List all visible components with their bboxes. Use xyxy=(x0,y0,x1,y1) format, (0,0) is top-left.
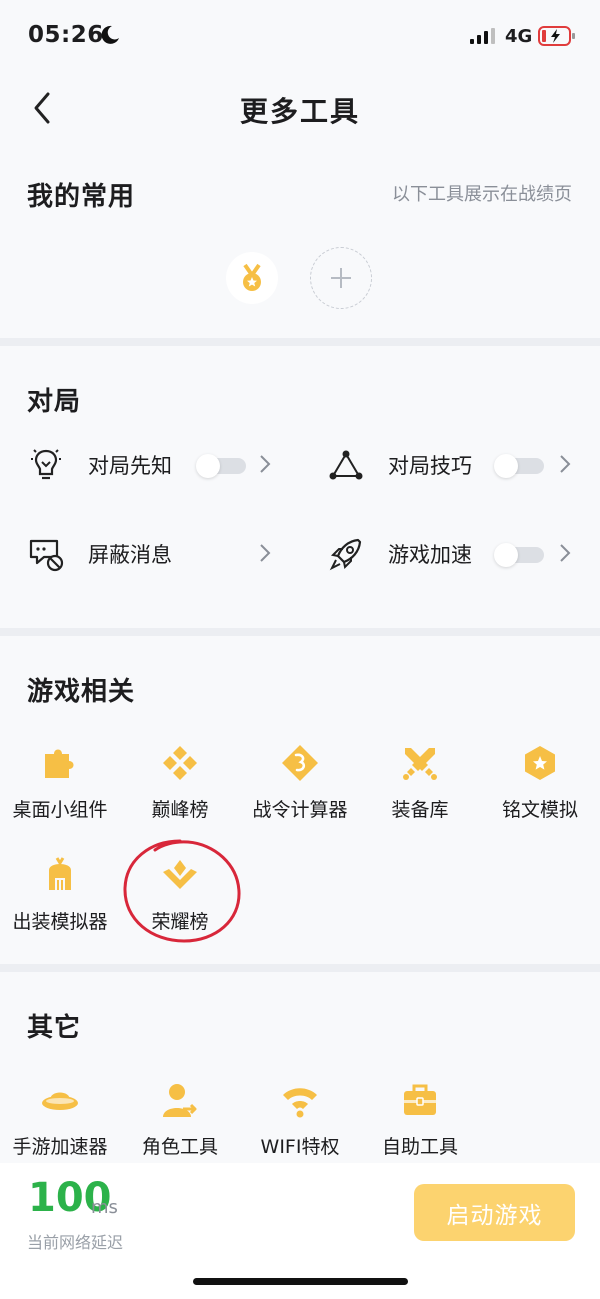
latency-label: 当前网络延迟 xyxy=(27,1233,124,1252)
crossed-swords-icon xyxy=(400,743,440,783)
page-title: 更多工具 xyxy=(239,95,360,128)
triangle-nodes-icon xyxy=(326,445,366,485)
message-block-icon xyxy=(26,534,66,574)
game-boost-toggle[interactable] xyxy=(494,543,544,567)
lightbulb-icon xyxy=(26,445,66,485)
match-item-label: 对局技巧 xyxy=(388,454,472,478)
helmet-icon xyxy=(40,855,80,895)
chevron-right-icon xyxy=(560,544,571,562)
moon-icon xyxy=(101,25,119,44)
chevron-right-icon xyxy=(560,455,571,473)
tool-label: 桌面小组件 xyxy=(12,799,108,821)
tool-label: WIFI特权 xyxy=(260,1136,340,1158)
match-item-label: 屏蔽消息 xyxy=(88,543,172,567)
section-divider xyxy=(0,338,600,346)
tool-inscription-sim[interactable]: 铭文模拟 xyxy=(480,743,600,822)
rocket-icon xyxy=(326,534,366,574)
ufo-icon xyxy=(40,1080,80,1120)
game-section-title: 游戏相关 xyxy=(27,677,136,707)
tool-peak-ranking[interactable]: 巅峰榜 xyxy=(120,743,240,822)
medal-icon xyxy=(243,263,261,291)
match-item-label: 游戏加速 xyxy=(388,543,472,567)
tool-wifi-privilege[interactable]: WIFI特权 xyxy=(240,1080,360,1159)
tool-desktop-widget[interactable]: 桌面小组件 xyxy=(0,743,120,822)
match-item-foresight[interactable]: 对局先知 xyxy=(26,440,172,490)
tool-build-simulator[interactable]: 出装模拟器 xyxy=(0,855,120,934)
signal-icon xyxy=(470,28,495,44)
match-item-tips[interactable]: 对局技巧 xyxy=(326,440,472,490)
tool-label: 战令计算器 xyxy=(252,799,348,821)
tool-mobile-accelerator[interactable]: 手游加速器 xyxy=(0,1080,120,1159)
tool-self-service[interactable]: 自助工具 xyxy=(360,1080,480,1159)
tips-toggle[interactable] xyxy=(494,454,544,478)
tool-label: 铭文模拟 xyxy=(501,799,578,821)
match-item-block-messages[interactable]: 屏蔽消息 xyxy=(26,529,172,579)
favorite-item-medal[interactable] xyxy=(226,252,278,304)
status-time: 05:26 xyxy=(28,22,104,48)
puzzle-icon xyxy=(40,743,80,783)
wifi-icon xyxy=(280,1080,320,1120)
tool-label: 手游加速器 xyxy=(12,1136,108,1158)
chevron-right-icon xyxy=(260,544,271,562)
match-item-label: 对局先知 xyxy=(88,454,172,478)
match-item-game-boost[interactable]: 游戏加速 xyxy=(326,529,472,579)
other-section-title: 其它 xyxy=(27,1013,82,1043)
home-indicator[interactable] xyxy=(193,1278,408,1285)
tool-role-tools[interactable]: 角色工具 xyxy=(120,1080,240,1159)
tool-label: 出装模拟器 xyxy=(12,911,108,933)
tool-equipment-library[interactable]: 装备库 xyxy=(360,743,480,822)
section-divider xyxy=(0,964,600,972)
network-type: 4G xyxy=(505,26,533,47)
favorites-title: 我的常用 xyxy=(27,182,136,212)
plus-icon xyxy=(331,268,351,288)
match-section-title: 对局 xyxy=(27,387,82,417)
battle-pass-icon xyxy=(280,743,320,783)
toolbox-icon xyxy=(400,1080,440,1120)
tool-label: 巅峰榜 xyxy=(151,799,209,821)
status-bar: 05:26 4G xyxy=(0,0,600,72)
add-favorite-button[interactable] xyxy=(310,247,372,309)
foresight-toggle[interactable] xyxy=(196,454,246,478)
nav-bar: 更多工具 xyxy=(0,78,600,138)
hexagon-star-icon xyxy=(520,743,560,783)
section-divider xyxy=(0,628,600,636)
tool-label: 自助工具 xyxy=(381,1136,458,1158)
diamond-cluster-icon xyxy=(160,743,200,783)
user-share-icon xyxy=(160,1080,200,1120)
tool-battle-pass-calculator[interactable]: 战令计算器 xyxy=(240,743,360,822)
latency-unit: ms xyxy=(91,1197,118,1218)
chevron-right-icon xyxy=(260,455,271,473)
start-game-button[interactable]: 启动游戏 xyxy=(414,1184,575,1241)
favorites-hint: 以下工具展示在战绩页 xyxy=(392,184,572,205)
battery-icon xyxy=(538,26,575,46)
tool-label: 角色工具 xyxy=(141,1136,218,1158)
red-circle-annotation xyxy=(123,839,241,943)
tool-label: 装备库 xyxy=(391,799,449,821)
